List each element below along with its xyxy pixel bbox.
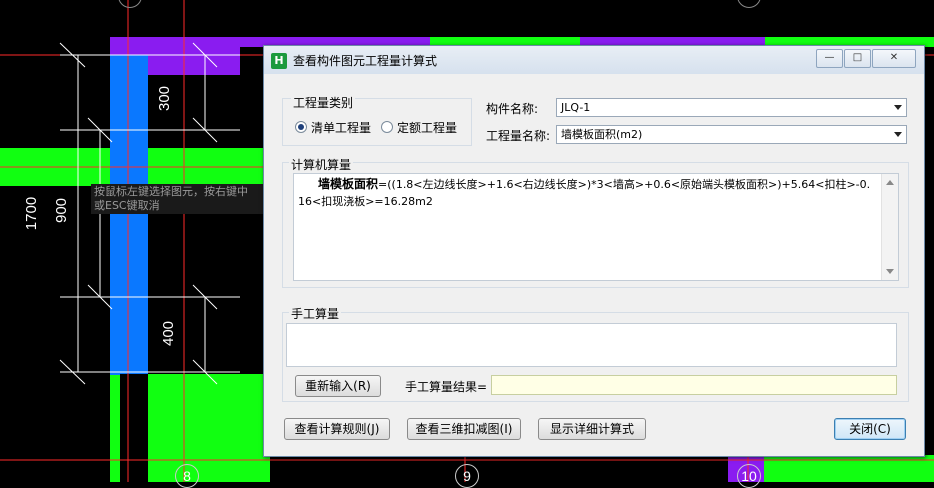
view-rules-button[interactable]: 查看计算规则(J) bbox=[284, 418, 390, 440]
manual-calc-label: 手工算量 bbox=[289, 305, 342, 322]
dim-1700-label: 1700 bbox=[23, 196, 41, 231]
dialog-title: 查看构件图元工程量计算式 bbox=[293, 54, 438, 68]
show-detail-button[interactable]: 显示详细计算式 bbox=[538, 418, 646, 440]
dialog-titlebar[interactable]: H 查看构件图元工程量计算式 — □ ✕ bbox=[264, 46, 924, 74]
computer-calc-label: 计算机算量 bbox=[289, 156, 354, 173]
reenter-button[interactable]: 重新输入(R) bbox=[295, 375, 381, 397]
formula-title: 墙模板面积 bbox=[318, 177, 379, 191]
quantity-name-label: 工程量名称: bbox=[486, 129, 551, 143]
reenter-button-label: 重新输入(R) bbox=[305, 379, 371, 393]
restore-icon: □ bbox=[852, 52, 863, 63]
manual-calc-textarea[interactable] bbox=[286, 323, 897, 367]
close-window-button[interactable]: ✕ bbox=[872, 49, 916, 68]
show-detail-label: 显示详细计算式 bbox=[549, 422, 634, 436]
close-icon: ✕ bbox=[889, 52, 899, 63]
manual-result-label: 手工算量结果= bbox=[405, 380, 488, 394]
scroll-up-icon[interactable] bbox=[886, 180, 894, 185]
app-logo-icon: H bbox=[271, 53, 287, 69]
restore-button[interactable]: □ bbox=[844, 49, 871, 68]
qty-type-label: 工程量类别 bbox=[291, 94, 356, 111]
tooltip-line-1: 按鼠标左键选择图元，按右键中 bbox=[94, 185, 248, 198]
quantity-name-select[interactable]: 墙模板面积(m2) bbox=[556, 125, 907, 144]
formula-scrollbar[interactable] bbox=[881, 174, 898, 280]
quantity-name-value: 墙模板面积(m2) bbox=[561, 128, 643, 141]
component-name-select[interactable]: JLQ-1 bbox=[556, 98, 907, 117]
axis-bubble-8: 8 bbox=[175, 464, 199, 488]
radio-quota-qty-circle[interactable] bbox=[381, 121, 393, 133]
radio-bill-qty-circle[interactable] bbox=[295, 121, 307, 133]
dim-900-label: 900 bbox=[53, 197, 71, 224]
manual-calc-group: 手工算量 重新输入(R) 手工算量结果= bbox=[282, 305, 909, 402]
radio-quota-qty[interactable]: 定额工程量 bbox=[381, 119, 471, 135]
scroll-down-icon[interactable] bbox=[886, 269, 894, 274]
radio-quota-qty-label: 定额工程量 bbox=[397, 121, 458, 135]
manual-result-field[interactable] bbox=[491, 375, 897, 395]
close-button[interactable]: 关闭(C) bbox=[834, 418, 906, 440]
view-3d-label: 查看三维扣减图(I) bbox=[415, 422, 513, 436]
axis-bubble-10: 10 bbox=[737, 464, 761, 488]
computer-calc-textarea[interactable]: 墙模板面积=((1.8<左边线长度>+1.6<右边线长度>)*3<墙高>+0.6… bbox=[293, 173, 899, 281]
tooltip-line-2: 或ESC键取消 bbox=[94, 199, 160, 212]
component-name-label: 构件名称: bbox=[486, 102, 539, 116]
formula-text: 墙模板面积=((1.8<左边线长度>+1.6<右边线长度>)*3<墙高>+0.6… bbox=[294, 174, 898, 210]
cad-selection-tooltip: 按鼠标左键选择图元，按右键中 或ESC键取消 bbox=[91, 184, 267, 214]
component-name-value: JLQ-1 bbox=[561, 101, 591, 114]
close-button-label: 关闭(C) bbox=[849, 422, 891, 436]
dim-400-label: 400 bbox=[160, 320, 178, 347]
radio-bill-qty[interactable]: 清单工程量 bbox=[295, 119, 385, 135]
view-rules-label: 查看计算规则(J) bbox=[294, 422, 380, 436]
minimize-icon: — bbox=[824, 52, 835, 63]
formula-body: =((1.8<左边线长度>+1.6<右边线长度>)*3<墙高>+0.6<原始端头… bbox=[298, 178, 871, 208]
chevron-down-icon bbox=[894, 132, 902, 137]
computer-calc-group: 计算机算量 墙模板面积=((1.8<左边线长度>+1.6<右边线长度>)*3<墙… bbox=[282, 156, 909, 288]
minimize-button[interactable]: — bbox=[816, 49, 843, 68]
radio-bill-qty-label: 清单工程量 bbox=[311, 121, 372, 135]
chevron-down-icon bbox=[894, 105, 902, 110]
quantity-formula-dialog: H 查看构件图元工程量计算式 — □ ✕ 工程量类别 清单工程量 定额工程量 构… bbox=[263, 45, 925, 457]
axis-bubble-9: 9 bbox=[455, 464, 479, 488]
view-3d-button[interactable]: 查看三维扣减图(I) bbox=[407, 418, 521, 440]
dim-300-label: 300 bbox=[156, 85, 174, 112]
qty-type-group: 工程量类别 清单工程量 定额工程量 bbox=[282, 94, 472, 146]
